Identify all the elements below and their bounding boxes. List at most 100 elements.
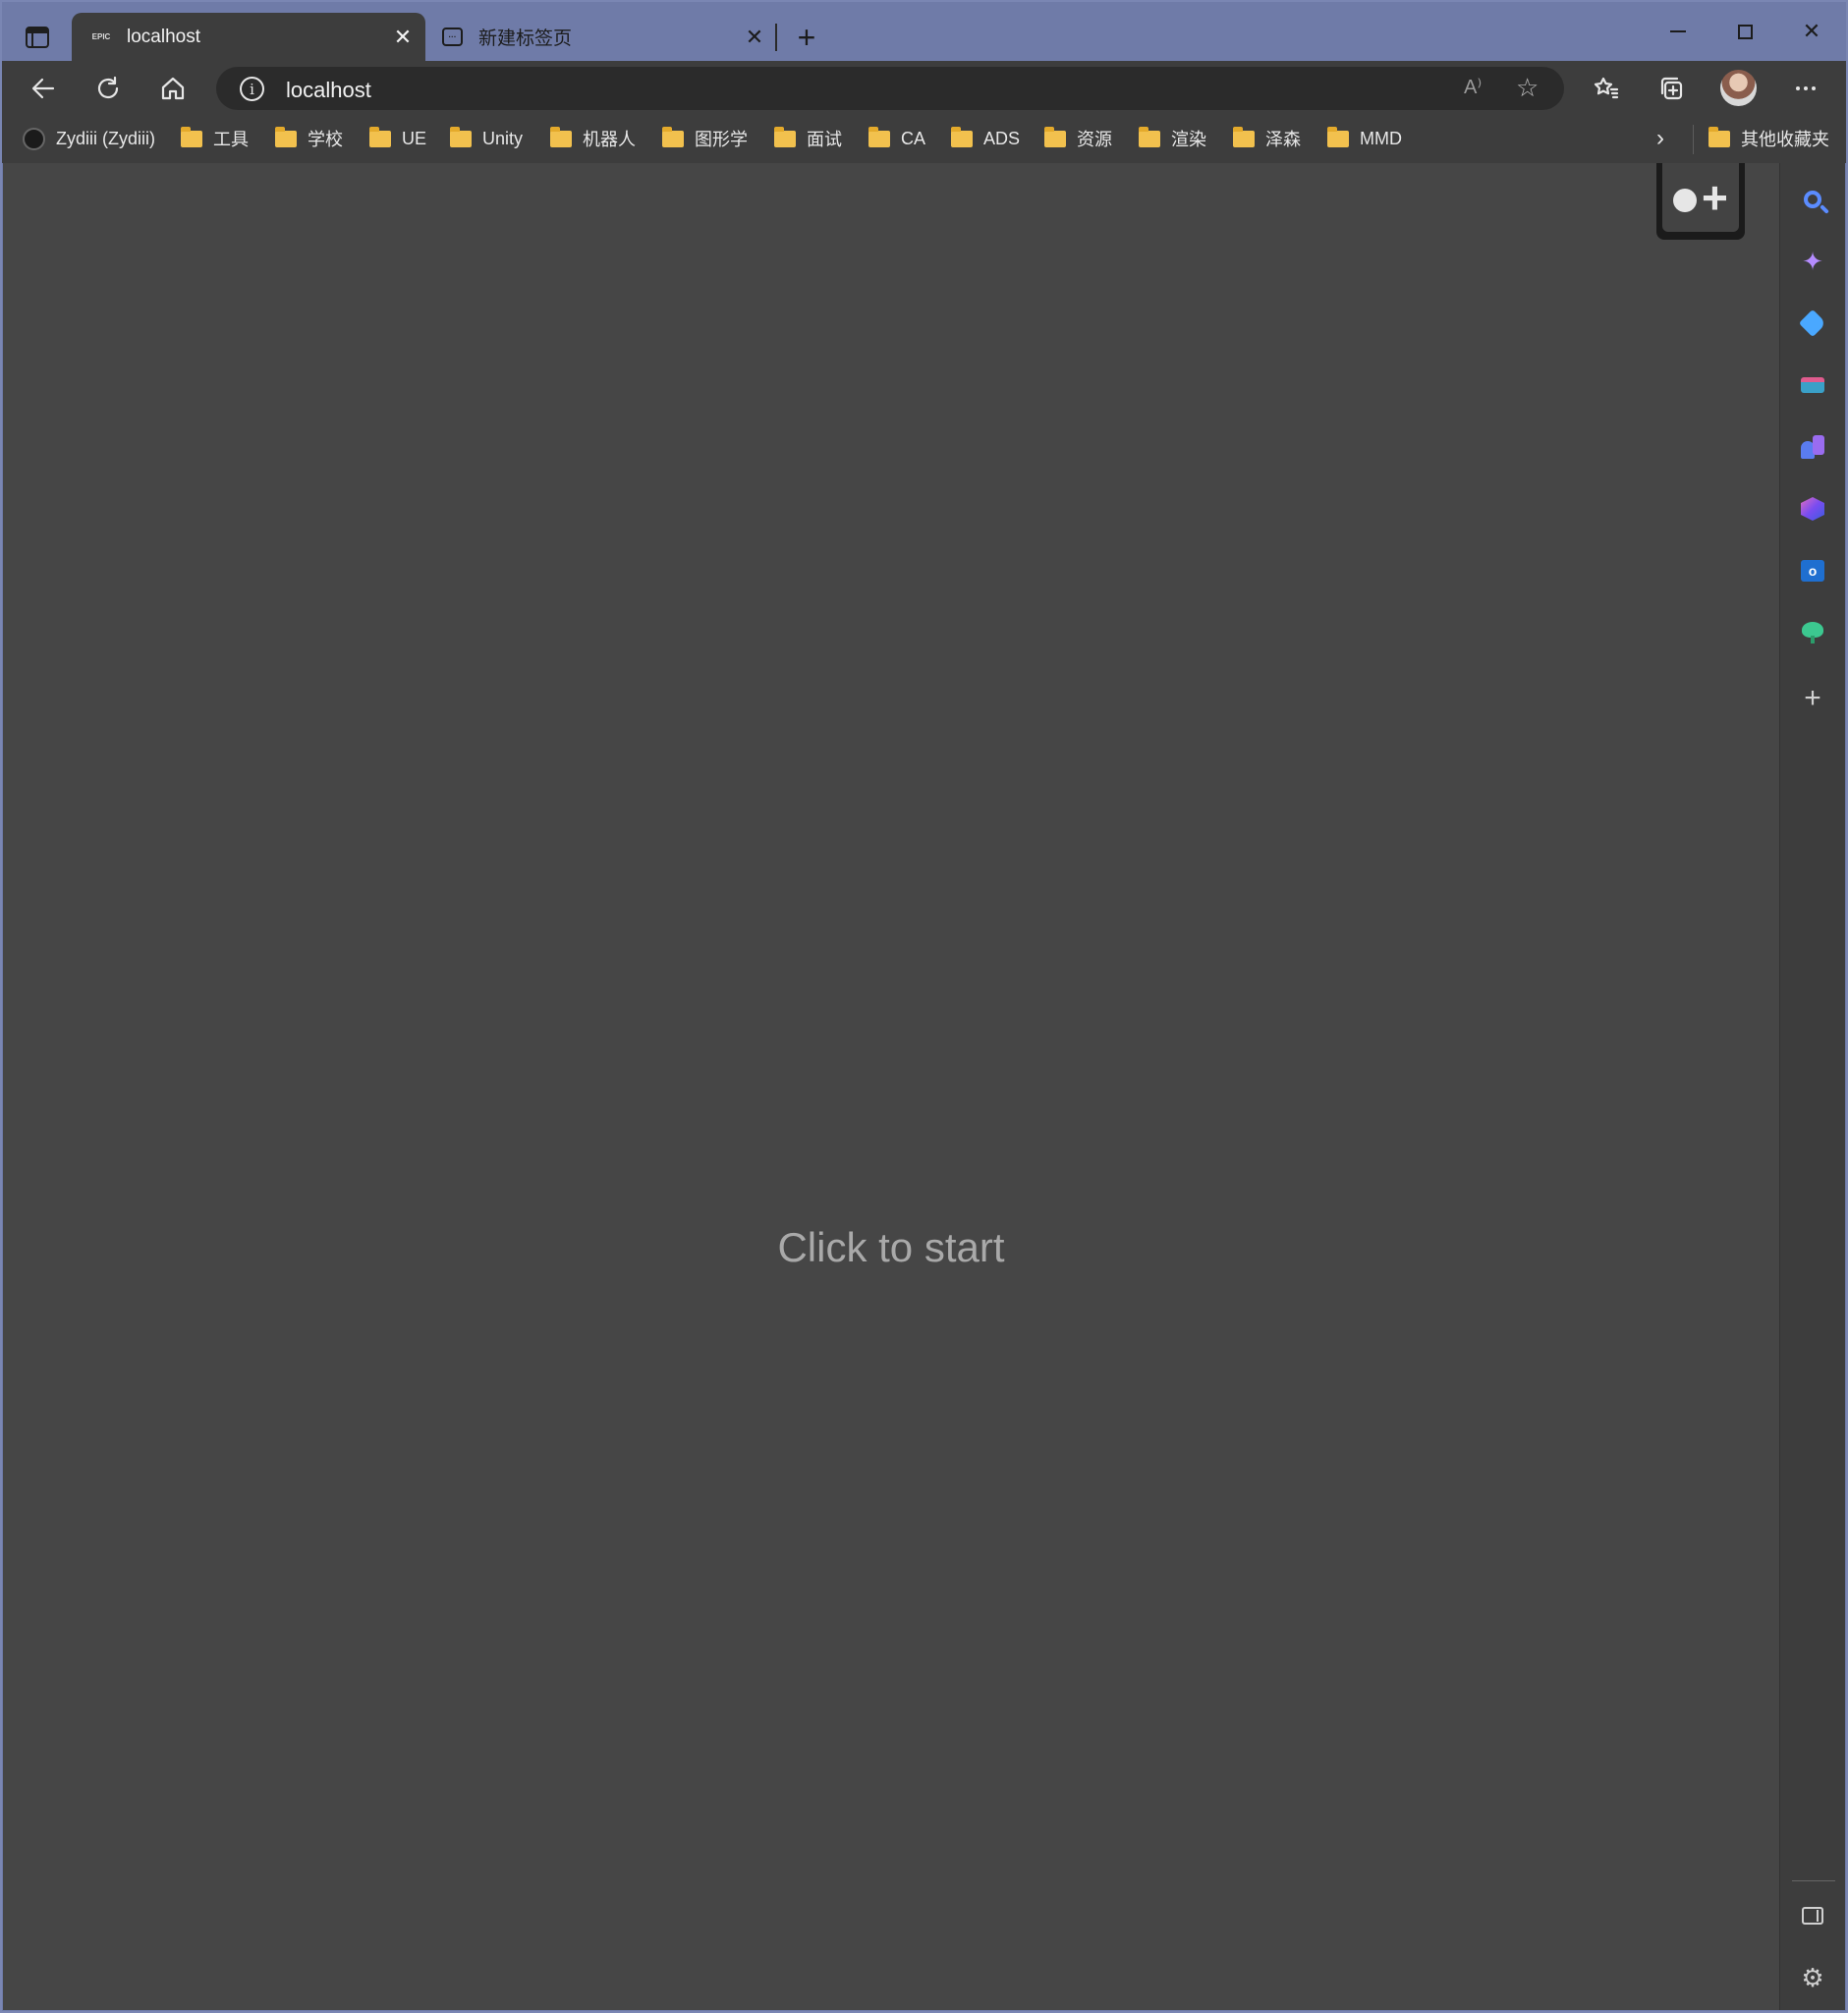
close-tab-icon[interactable]: ✕ [740, 23, 769, 52]
bookmark-folder[interactable]: ADS [951, 125, 1020, 152]
bookmark-folder[interactable]: 学校 [275, 125, 343, 152]
bookmark-label: Zydiii (Zydiii) [56, 128, 155, 148]
tab-actions-button[interactable] [22, 22, 53, 53]
back-button[interactable] [24, 69, 63, 108]
sidebar-games-button[interactable] [1792, 426, 1833, 468]
bookmark-label: 资源 [1077, 130, 1112, 149]
bookmark-label: 学校 [308, 130, 343, 149]
sidebar-tools-button[interactable] [1792, 364, 1833, 406]
folder-icon [1327, 126, 1349, 147]
page-content[interactable]: + Click to start [3, 163, 1779, 2010]
add-icon: + [1804, 682, 1821, 714]
hide-sidebar-button[interactable] [1792, 1895, 1833, 1936]
tab-separator [775, 24, 777, 51]
bookmark-folder[interactable]: 泽森 [1233, 125, 1301, 152]
new-tab-button[interactable]: + [789, 20, 824, 55]
bookmark-folder[interactable]: UE [369, 125, 426, 152]
bookmark-label: 渲染 [1171, 130, 1206, 149]
collections-icon [1660, 77, 1683, 100]
chevron-right-icon[interactable]: › [1656, 125, 1664, 152]
sidebar-copilot-button[interactable]: ✦ [1792, 241, 1833, 282]
bookmark-item[interactable]: Zydiii (Zydiii) [23, 125, 155, 152]
sidebar-outlook-button[interactable]: o [1792, 550, 1833, 591]
close-tab-icon[interactable]: ✕ [388, 23, 418, 52]
url-text[interactable]: localhost [286, 78, 371, 103]
click-to-start-prompt[interactable]: Click to start [3, 1224, 1779, 1271]
site-info-icon[interactable]: i [240, 77, 264, 101]
plus-icon[interactable]: + [1702, 175, 1728, 220]
home-icon [161, 77, 185, 100]
favorites-list-icon [1594, 77, 1619, 99]
folder-icon [774, 126, 796, 147]
games-icon [1801, 435, 1824, 459]
bookmark-label: CA [901, 128, 926, 148]
bookmark-folder[interactable]: 面试 [774, 125, 842, 152]
bookmark-folder[interactable]: 图形学 [662, 125, 748, 152]
folder-icon [181, 126, 202, 147]
minimize-icon [1670, 30, 1686, 32]
drop-icon [1801, 622, 1824, 643]
record-dot-icon[interactable] [1673, 189, 1697, 212]
search-icon [1804, 191, 1821, 208]
profile-avatar[interactable] [1720, 70, 1757, 106]
hide-sidebar-icon [1802, 1907, 1823, 1925]
folder-icon [1139, 126, 1160, 147]
navigation-toolbar: i localhost A⁾ ☆ [0, 61, 1848, 115]
settings-icon: ⚙ [1801, 1962, 1824, 1992]
bookmark-label: 工具 [213, 130, 249, 149]
bookmark-folder[interactable]: 机器人 [550, 125, 636, 152]
bookmark-label: Unity [482, 128, 524, 148]
sidebar-settings-button[interactable]: ⚙ [1792, 1957, 1833, 1998]
bookmark-label: 泽森 [1265, 130, 1301, 149]
bookmark-folder[interactable]: 工具 [181, 125, 249, 152]
bookmark-label: 机器人 [583, 130, 636, 149]
folder-icon [1233, 126, 1255, 147]
copilot-icon: ✦ [1802, 246, 1823, 276]
folder-icon [1708, 126, 1730, 147]
sidebar-office-button[interactable] [1792, 488, 1833, 530]
home-button[interactable] [153, 69, 193, 108]
sidebar-drop-button[interactable] [1792, 612, 1833, 653]
folder-icon [951, 126, 973, 147]
maximize-icon [1737, 24, 1753, 39]
minimize-button[interactable] [1656, 14, 1700, 49]
collections-button[interactable] [1652, 69, 1691, 108]
bookmark-folder[interactable]: 渲染 [1139, 125, 1206, 152]
bookmark-label: 面试 [807, 130, 842, 149]
shopping-icon [1798, 308, 1827, 338]
bookmarks-bar: Zydiii (Zydiii) 工具 学校 UE Unity 机器人 图形学 面… [0, 115, 1848, 163]
favorites-button[interactable] [1587, 69, 1626, 108]
folder-icon [662, 126, 684, 147]
bookmark-label: MMD [1360, 128, 1402, 148]
tab-localhost[interactable]: EPIC localhost ✕ [72, 13, 425, 61]
address-bar[interactable]: i localhost A⁾ ☆ [216, 67, 1564, 110]
bookmark-folder[interactable]: 资源 [1044, 125, 1112, 152]
add-favorite-icon[interactable]: ☆ [1516, 73, 1539, 103]
folder-icon [550, 126, 572, 147]
refresh-button[interactable] [88, 69, 128, 108]
sidebar-shopping-button[interactable] [1792, 303, 1833, 344]
other-bookmarks-folder[interactable]: 其他收藏夹 [1708, 125, 1829, 152]
sidebar-search-button[interactable] [1792, 179, 1833, 220]
bookmark-folder[interactable]: CA [868, 125, 925, 152]
bookmarks-divider [1693, 125, 1694, 154]
sidebar-add-button[interactable]: + [1792, 678, 1833, 719]
folder-icon [868, 126, 890, 147]
close-window-button[interactable]: ✕ [1790, 14, 1833, 49]
maximize-button[interactable] [1723, 14, 1766, 49]
tab-new-tab[interactable]: ··· 新建标签页 ✕ [430, 13, 769, 61]
folder-icon [369, 126, 391, 147]
more-menu-button[interactable] [1786, 69, 1825, 108]
bookmark-label: 图形学 [695, 130, 748, 149]
refresh-icon [97, 76, 119, 99]
stats-widget[interactable]: + [1656, 163, 1745, 240]
tools-icon [1801, 377, 1824, 393]
sidebar-divider [1792, 1880, 1835, 1881]
office-icon [1801, 497, 1824, 521]
bookmark-folder[interactable]: Unity [450, 125, 523, 152]
read-aloud-icon[interactable]: A⁾ [1464, 75, 1482, 99]
outlook-icon: o [1801, 560, 1824, 582]
epic-favicon-icon: EPIC [91, 32, 111, 41]
bookmark-folder[interactable]: MMD [1327, 125, 1402, 152]
stats-widget-panel: + [1662, 163, 1739, 232]
